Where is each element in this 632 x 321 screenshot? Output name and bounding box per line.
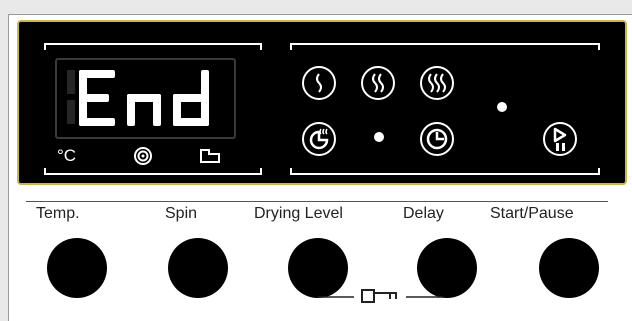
mode-indicator-led xyxy=(374,132,384,142)
status-indicator-led xyxy=(497,102,507,112)
control-panel: °C xyxy=(17,20,627,185)
spin-button[interactable] xyxy=(168,238,228,298)
heat-wave-1-icon xyxy=(316,73,322,93)
timed-dry-button[interactable] xyxy=(302,122,336,156)
drying-level-label: Drying Level xyxy=(254,205,343,222)
delay-timer-button[interactable] xyxy=(420,122,454,156)
spin-label: Spin xyxy=(165,205,198,222)
temp-label: Temp. xyxy=(36,205,80,222)
label-divider xyxy=(26,201,608,202)
spin-swirl-icon xyxy=(134,147,152,165)
child-lock-indicator xyxy=(318,289,443,303)
timed-dry-icon xyxy=(309,128,329,150)
timer-icon xyxy=(426,128,448,150)
key-icon xyxy=(361,289,397,303)
dry-level-high-button[interactable] xyxy=(420,66,454,100)
temperature-unit-indicator: °C xyxy=(57,146,77,165)
temp-button[interactable] xyxy=(47,238,107,298)
start-pause-label: Start/Pause xyxy=(490,205,574,222)
lcd-display xyxy=(55,58,236,139)
dry-level-low-button[interactable] xyxy=(302,66,336,100)
start-pause-button[interactable] xyxy=(539,238,599,298)
delay-timer-icon xyxy=(200,149,220,163)
lcd-segments xyxy=(67,70,209,126)
start-pause-indicator[interactable] xyxy=(543,122,577,156)
dry-level-medium-button[interactable] xyxy=(361,66,395,100)
play-pause-icon xyxy=(553,127,567,151)
heat-wave-3-icon xyxy=(428,73,446,93)
heat-wave-2-icon xyxy=(372,73,384,93)
delay-label: Delay xyxy=(403,205,444,222)
